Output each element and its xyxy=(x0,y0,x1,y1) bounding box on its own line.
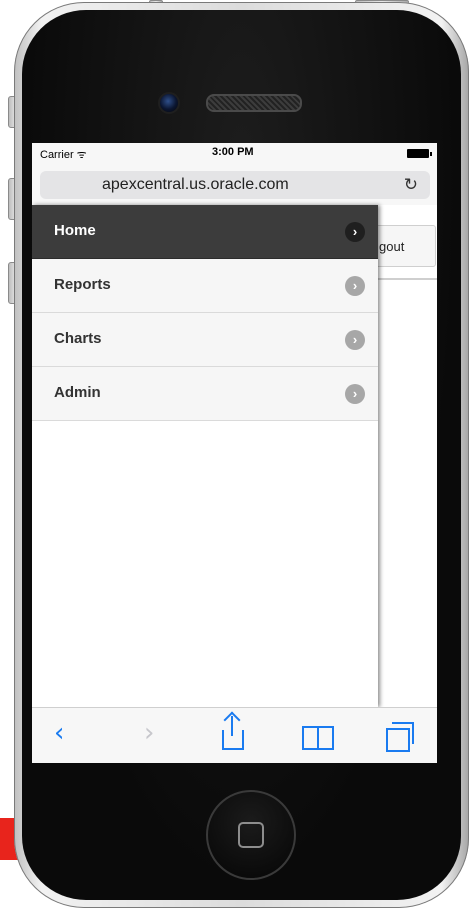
forward-icon[interactable]: › xyxy=(144,718,154,748)
browser-toolbar: ‹ › xyxy=(32,707,437,763)
logout-button[interactable]: gout xyxy=(374,225,436,267)
home-square-icon xyxy=(238,822,264,848)
speaker-grille xyxy=(206,94,302,112)
side-menu: Home › Reports › Charts › Admin › xyxy=(32,205,378,707)
menu-item-label: Charts xyxy=(54,330,102,347)
menu-item-admin[interactable]: Admin › xyxy=(32,367,378,421)
chevron-right-icon: › xyxy=(345,384,365,404)
url-text: apexcentral.us.oracle.com xyxy=(102,176,289,193)
chevron-right-icon: › xyxy=(345,276,365,296)
menu-item-label: Home xyxy=(54,222,96,239)
chevron-right-icon: › xyxy=(345,222,365,242)
battery-icon xyxy=(407,149,432,158)
clock: 3:00 PM xyxy=(212,146,254,158)
reload-icon[interactable]: ↻ xyxy=(404,171,418,199)
address-bar: apexcentral.us.oracle.com ↻ xyxy=(32,165,437,206)
url-field[interactable]: apexcentral.us.oracle.com ↻ xyxy=(40,171,430,199)
share-icon[interactable] xyxy=(222,716,244,750)
phone-screen: Carrier ᯤ 3:00 PM apexcentral.us.oracle.… xyxy=(32,143,437,763)
camera-icon xyxy=(158,92,180,114)
menu-item-label: Admin xyxy=(54,384,101,401)
menu-item-charts[interactable]: Charts › xyxy=(32,313,378,367)
home-button[interactable] xyxy=(206,790,296,880)
status-bar: Carrier ᯤ 3:00 PM xyxy=(32,143,437,165)
tabs-icon[interactable] xyxy=(386,722,414,752)
menu-item-home[interactable]: Home › xyxy=(32,205,378,259)
carrier-label: Carrier ᯤ xyxy=(40,149,87,161)
chevron-right-icon: › xyxy=(345,330,365,350)
page-divider xyxy=(378,278,437,280)
bookmarks-icon[interactable] xyxy=(302,726,334,750)
menu-item-reports[interactable]: Reports › xyxy=(32,259,378,313)
back-icon[interactable]: ‹ xyxy=(54,718,64,748)
menu-item-label: Reports xyxy=(54,276,111,293)
